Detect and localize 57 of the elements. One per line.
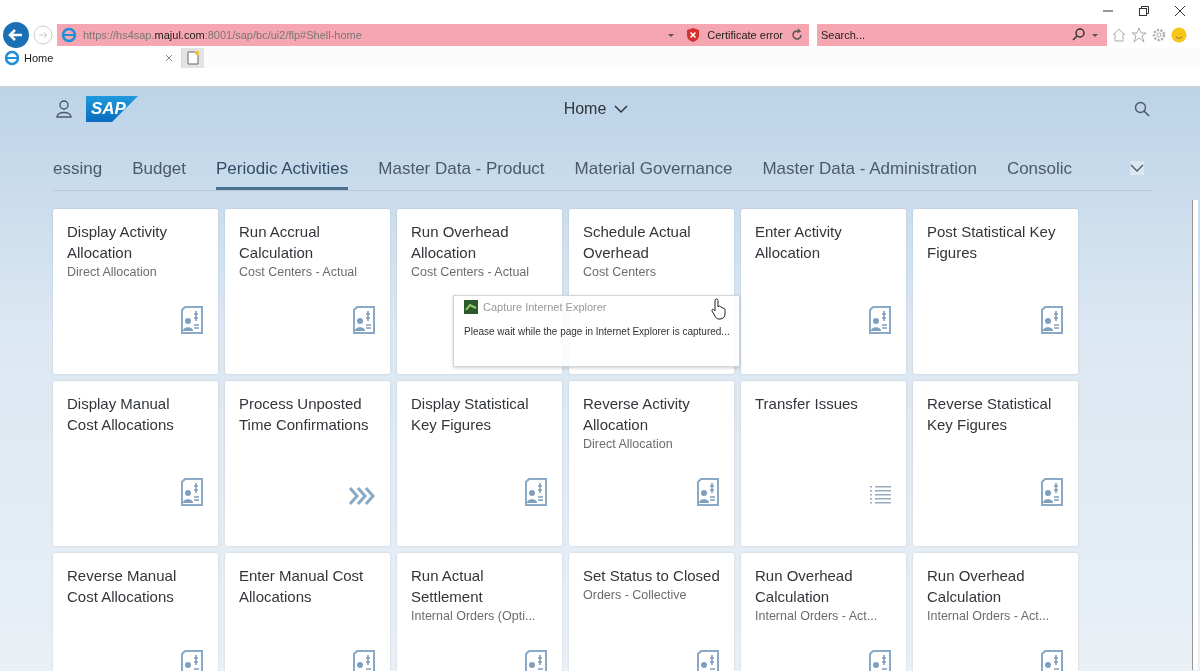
tile-title: Process Unposted Time Confirmations (239, 394, 370, 435)
tile-title: Reverse Statistical Key Figures (927, 394, 1053, 435)
tile-subtitle: Cost Centers (583, 265, 657, 279)
tile-title: Run Overhead Calculation (927, 566, 1026, 607)
app-tile[interactable]: Process Unposted Time Confirmations (225, 381, 390, 546)
tile-subtitle: Cost Centers - Actual (239, 265, 359, 279)
page-title-menu[interactable]: Home (563, 100, 629, 118)
group-tab[interactable]: Master Data - Product (378, 148, 545, 190)
app-tile[interactable]: Display Statistical Key Figures (397, 381, 562, 546)
tile-subtitle: Direct Allocation (583, 437, 674, 451)
tile-title: Post Statistical Key Figures (927, 222, 1057, 263)
tile-title: Run Overhead Calculation (755, 566, 854, 607)
app-tile[interactable]: Transfer Issues (741, 381, 906, 546)
tile-title: Display Statistical Key Figures (411, 394, 530, 435)
tile-title: Set Status to Closed (583, 566, 720, 586)
group-tab[interactable]: Master Data - Administration (762, 148, 977, 190)
tile-title: Run Overhead Allocation (411, 222, 510, 263)
tile-subtitle: Orders - Collective (583, 588, 688, 602)
tile-title: Run Actual Settlement (411, 566, 485, 607)
tile-title: Display Manual Cost Allocations (67, 394, 175, 435)
tile-title: Enter Manual Cost Allocations (239, 566, 365, 607)
app-tile[interactable]: Set Status to Closed Orders - Collective (569, 553, 734, 671)
tile-title: Reverse Manual Cost Allocations (67, 566, 178, 607)
tile-subtitle: Internal Orders - Act... (927, 609, 1051, 623)
tile-title: Run Accrual Calculation (239, 222, 321, 263)
group-tab[interactable]: Budget (132, 148, 187, 190)
app-tile[interactable]: Run Accrual Calculation Cost Centers - Actual (225, 209, 390, 374)
app-tile[interactable]: Reverse Activity Allocation Direct Allocation (569, 381, 734, 546)
app-tile[interactable]: Run Overhead Calculation Internal Orders - Act... (741, 553, 906, 671)
browser-tab[interactable]: Home (0, 48, 182, 68)
group-tab[interactable]: Periodic Activities (216, 148, 349, 190)
group-tab[interactable]: Consolic (1006, 148, 1073, 190)
tile-title: Transfer Issues (755, 394, 859, 414)
app-tile[interactable]: Display Manual Cost Allocations (53, 381, 218, 546)
app-tile[interactable]: Reverse Statistical Key Figures (913, 381, 1078, 546)
tile-subtitle: Cost Centers - Actual (411, 265, 531, 279)
app-tile[interactable]: Run Actual Settlement Internal Orders (Opti... (397, 553, 562, 671)
app-tile[interactable]: Post Statistical Key Figures (913, 209, 1078, 374)
tile-title: Enter Activity Allocation (755, 222, 843, 263)
app-tile[interactable]: Enter Activity Allocation (741, 209, 906, 374)
search-bar[interactable]: Search... (817, 24, 1107, 46)
address-field[interactable]: https://hs4sap.majul.com:8001/sap/bc/ui2/flp#Shell-home Certificate error (57, 24, 809, 46)
group-tab[interactable]: Material Governance (574, 148, 733, 190)
app-tile[interactable]: Display Activity Allocation Direct Allocation (53, 209, 218, 374)
search-input[interactable]: Search... (821, 29, 1071, 41)
certificate-error-label[interactable]: Certificate error (707, 29, 783, 41)
logo: SAP (86, 96, 138, 122)
tile-title: Reverse Activity Allocation (583, 394, 691, 435)
app-tile[interactable]: Enter Manual Cost Allocations (225, 553, 390, 671)
tile-subtitle: Internal Orders - Act... (755, 609, 879, 623)
tile-title: Display Activity Allocation (67, 222, 169, 263)
app-tile[interactable]: Run Overhead Calculation Internal Orders - Act... (913, 553, 1078, 671)
tile-subtitle: Direct Allocation (67, 265, 158, 279)
tile-title: Schedule Actual Overhead (583, 222, 692, 263)
app-tile[interactable]: Reverse Manual Cost Allocations (53, 553, 218, 671)
group-tab[interactable]: essing (53, 148, 103, 190)
tile-subtitle: Internal Orders (Opti... (411, 609, 537, 623)
